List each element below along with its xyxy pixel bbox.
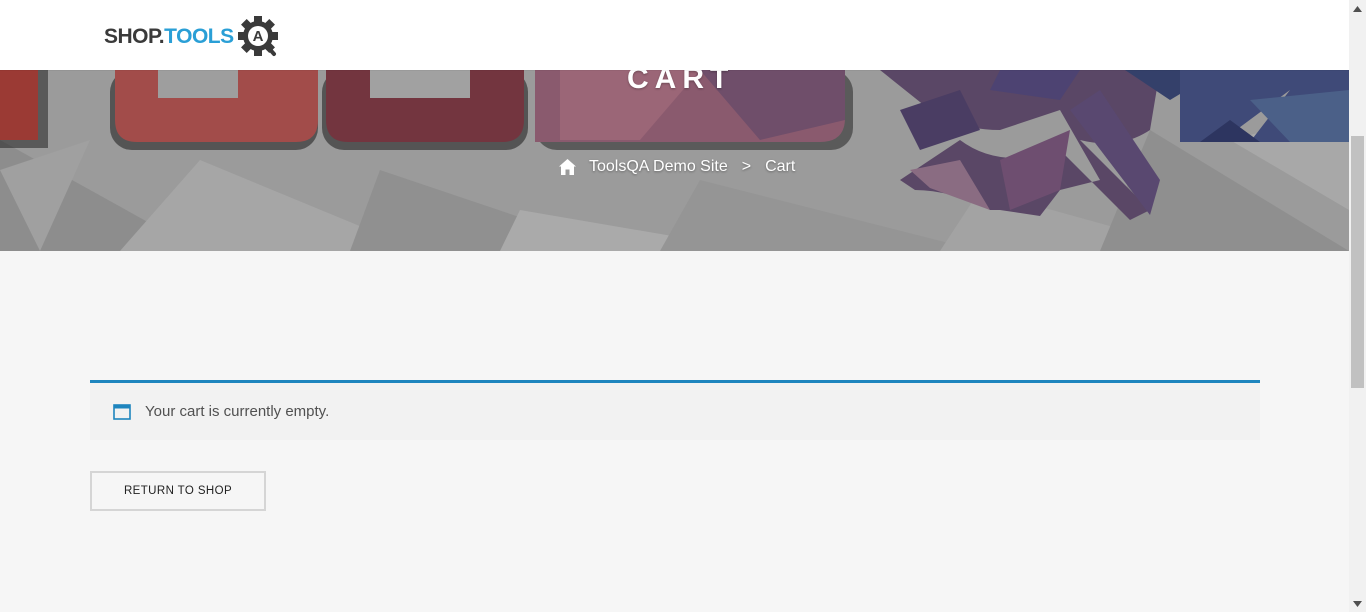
cart-empty-notice: Your cart is currently empty. bbox=[90, 380, 1260, 440]
breadcrumb: ToolsQA Demo Site > Cart bbox=[559, 158, 795, 176]
svg-text:A: A bbox=[252, 28, 263, 45]
page-title: CART bbox=[627, 70, 735, 95]
site-header: SHOP.TOOLS A bbox=[0, 0, 1349, 70]
return-to-shop-button[interactable]: RETURN TO SHOP bbox=[90, 471, 266, 511]
breadcrumb-current: Cart bbox=[765, 158, 796, 175]
arrow-up-icon[interactable] bbox=[1349, 0, 1366, 17]
vertical-scrollbar[interactable] bbox=[1349, 0, 1366, 612]
cart-empty-message: Your cart is currently empty. bbox=[145, 403, 330, 420]
breadcrumb-separator: > bbox=[741, 158, 752, 175]
arrow-down-icon[interactable] bbox=[1349, 595, 1366, 612]
home-icon[interactable] bbox=[559, 159, 576, 175]
gear-logo-icon: A bbox=[237, 16, 278, 56]
breadcrumb-home-link[interactable]: ToolsQA Demo Site bbox=[589, 158, 728, 176]
scrollbar-thumb[interactable] bbox=[1351, 136, 1364, 388]
site-logo[interactable]: SHOP.TOOLS A bbox=[104, 14, 280, 58]
page-banner: CART ToolsQA Demo Site > Cart bbox=[0, 70, 1349, 251]
window-icon bbox=[113, 403, 131, 420]
logo-text: SHOP.TOOLS bbox=[104, 24, 234, 48]
